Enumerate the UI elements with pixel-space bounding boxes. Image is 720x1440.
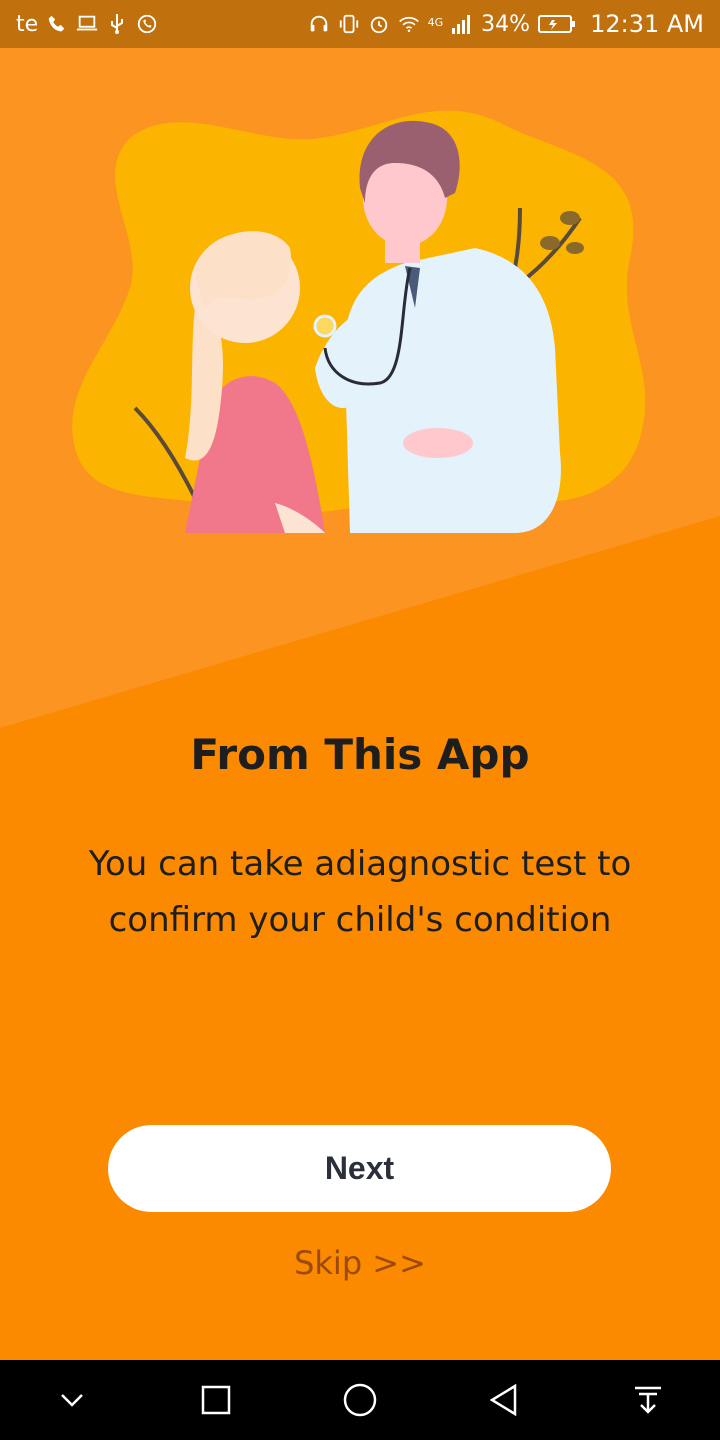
chevron-down-icon[interactable] — [42, 1370, 102, 1430]
next-button[interactable]: Next — [108, 1125, 611, 1212]
battery-icon — [538, 13, 576, 35]
home-icon[interactable] — [330, 1370, 390, 1430]
phone-icon — [46, 13, 68, 35]
recents-icon[interactable] — [186, 1370, 246, 1430]
wifi-icon — [398, 13, 420, 35]
onboarding-description: You can take adiagnostic test to confirm… — [88, 844, 632, 940]
status-right: 4G 34% 12:31 AM — [308, 10, 704, 38]
doctor-child-illustration — [72, 110, 646, 533]
network-label: 4G — [427, 16, 444, 29]
skip-link[interactable]: Skip >> — [0, 1244, 720, 1282]
clock: 12:31 AM — [590, 10, 704, 38]
onboarding-title: From This App — [190, 730, 530, 779]
laptop-icon — [76, 13, 98, 35]
signal-icon — [451, 13, 473, 35]
status-left: te — [16, 12, 158, 37]
battery-percent: 34% — [481, 11, 531, 37]
notification-pull-icon[interactable] — [618, 1370, 678, 1430]
carrier-label: te — [16, 11, 39, 37]
back-icon[interactable] — [474, 1370, 534, 1430]
hero-section — [0, 48, 720, 728]
vibrate-icon — [338, 13, 360, 35]
whatsapp-icon — [136, 13, 158, 35]
navigation-bar — [0, 1360, 720, 1440]
headset-icon — [308, 13, 330, 35]
alarm-icon — [368, 13, 390, 35]
usb-icon — [106, 13, 128, 35]
status-bar: te 4G 34% 12:31 AM — [0, 0, 720, 48]
